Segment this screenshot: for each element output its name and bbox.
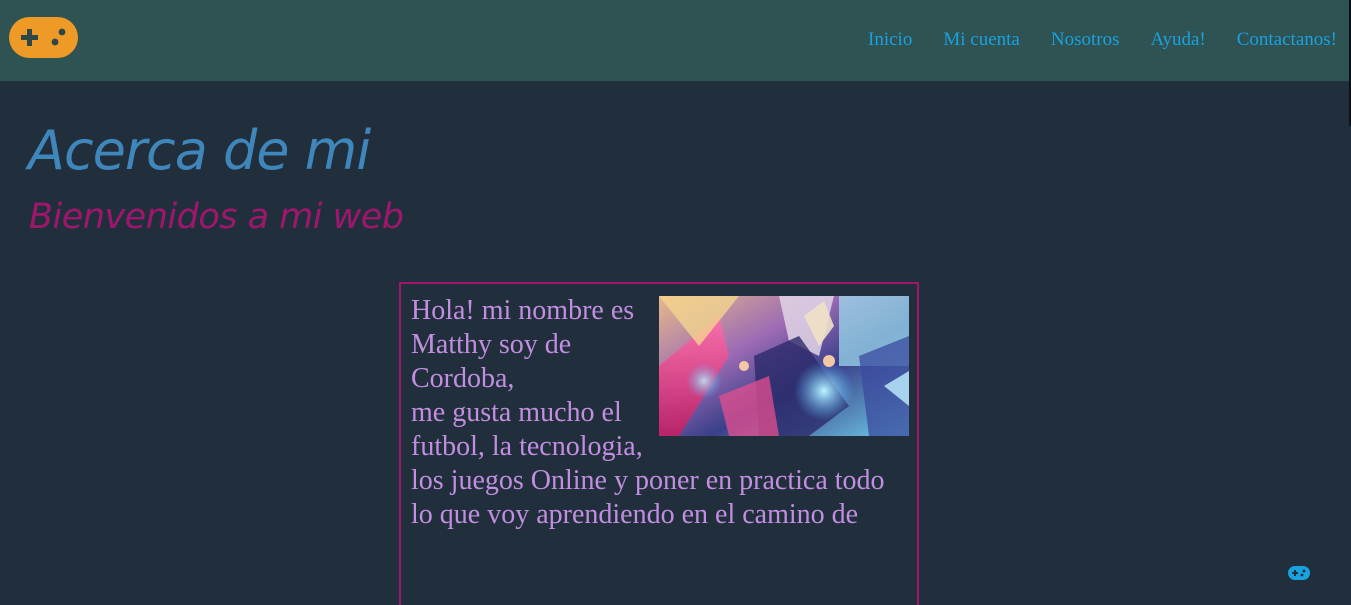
nav-link-nosotros[interactable]: Nosotros (1051, 28, 1120, 52)
nav-links: Inicio Mi cuenta Nosotros Ayuda! Contact… (868, 28, 1337, 52)
about-line: Hola! mi nombre es Matthy soy de Cordoba… (411, 295, 635, 394)
game-splash-image (659, 296, 909, 436)
floating-gamepad-icon[interactable] (1288, 566, 1310, 580)
nav-link-ayuda[interactable]: Ayuda! (1150, 28, 1205, 52)
about-line: lo que voy aprendiendo en el camino de (411, 499, 859, 530)
page-subtitle: Bienvenidos a mi web (29, 197, 404, 237)
nav-link-mi-cuenta[interactable]: Mi cuenta (943, 28, 1020, 52)
page-title: Acerca de mi (28, 119, 371, 182)
nav-link-inicio[interactable]: Inicio (868, 28, 912, 52)
gamepad-icon[interactable] (9, 17, 78, 58)
about-box: Hola! mi nombre es Matthy soy de Cordoba… (399, 282, 919, 605)
nav-link-contactanos[interactable]: Contactanos! (1237, 28, 1337, 52)
navbar: Inicio Mi cuenta Nosotros Ayuda! Contact… (0, 0, 1351, 81)
about-line: los juegos Online y poner en practica to… (411, 465, 885, 496)
about-line: me gusta mucho el futbol, la tecnologia, (411, 397, 643, 462)
